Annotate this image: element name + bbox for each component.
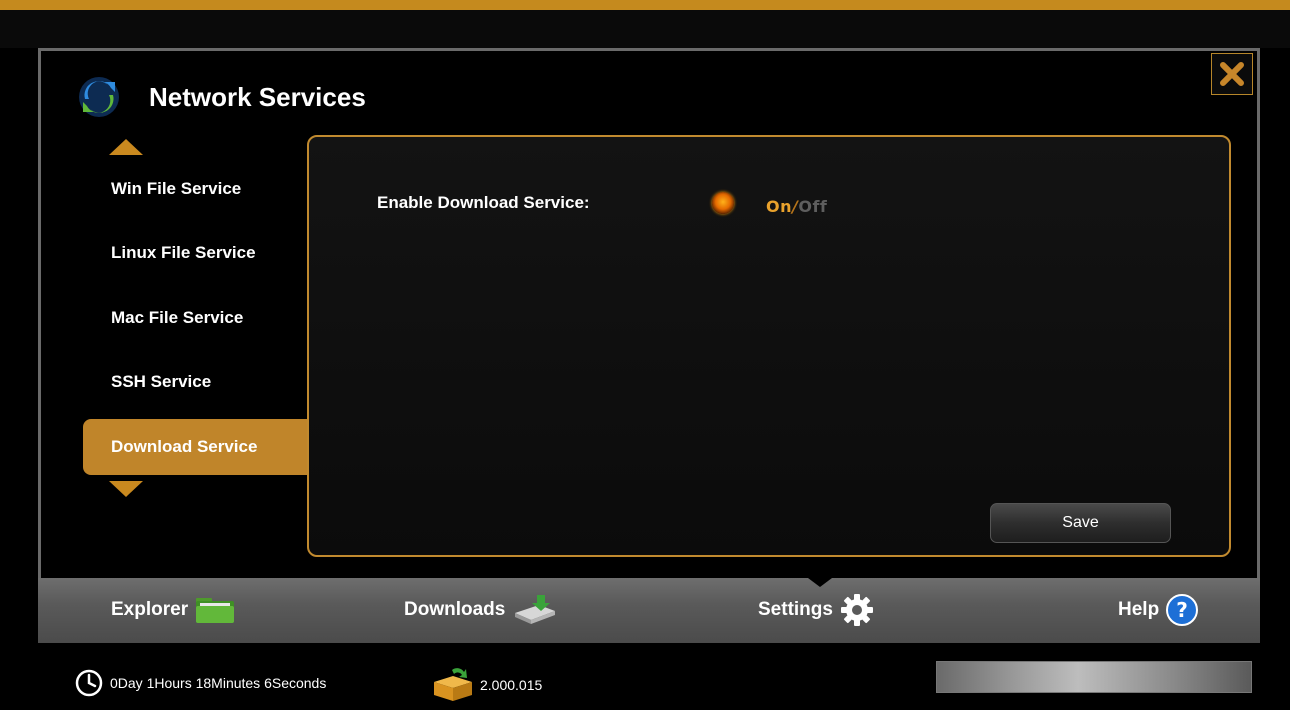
scroll-down-arrow-icon[interactable]: [109, 481, 143, 497]
status-progress-bar: [936, 661, 1252, 693]
active-nav-pointer: [808, 578, 832, 587]
network-services-dialog: Network Services Win File Service Linux …: [38, 48, 1260, 578]
sidebar-item-download-service[interactable]: Download Service: [83, 419, 309, 475]
service-sidebar: Win File Service Linux File Service Mac …: [83, 133, 309, 573]
sidebar-item-win-file-service[interactable]: Win File Service: [83, 161, 309, 217]
package-icon: [434, 668, 472, 701]
title-row: Network Services: [77, 77, 366, 117]
gear-icon: [840, 594, 873, 626]
uptime-text: 0Day 1Hours 18Minutes 6Seconds: [110, 675, 327, 691]
nav-explorer[interactable]: Explorer: [111, 592, 236, 628]
clock-icon: [75, 669, 103, 697]
sidebar-item-label: Download Service: [111, 437, 258, 456]
status-bar: 0Day 1Hours 18Minutes 6Seconds 2.000.015: [0, 643, 1290, 710]
top-accent-line: [0, 0, 1290, 10]
nav-settings[interactable]: Settings: [758, 592, 875, 628]
nav-label: Explorer: [111, 599, 189, 620]
close-x-icon: [1220, 62, 1244, 86]
nav-help[interactable]: Help ?: [1118, 592, 1199, 628]
bottom-navigation: Explorer Downloads Settings Help ?: [38, 578, 1260, 643]
nav-label: Downloads: [404, 599, 506, 620]
question-circle-icon: ?: [1166, 594, 1199, 626]
sidebar-item-linux-file-service[interactable]: Linux File Service: [83, 225, 309, 281]
sidebar-item-mac-file-service[interactable]: Mac File Service: [83, 290, 309, 346]
nav-label: Settings: [758, 599, 833, 620]
on-off-toggle[interactable]: On/Off: [766, 197, 827, 216]
sidebar-item-label: Mac File Service: [111, 308, 244, 327]
close-button[interactable]: [1211, 53, 1253, 95]
nav-label: Help: [1118, 599, 1160, 620]
toggle-on-option[interactable]: On: [766, 197, 792, 216]
sidebar-item-label: Linux File Service: [111, 243, 256, 262]
uptime-readout: 0Day 1Hours 18Minutes 6Seconds: [74, 668, 326, 698]
top-strip: [0, 10, 1290, 48]
folder-icon: [196, 598, 235, 623]
save-button[interactable]: Save: [990, 503, 1171, 543]
svg-text:?: ?: [1176, 598, 1188, 622]
nav-downloads[interactable]: Downloads: [404, 592, 559, 628]
sidebar-item-ssh-service[interactable]: SSH Service: [83, 354, 309, 410]
sidebar-item-label: SSH Service: [111, 372, 212, 391]
page-title: Network Services: [149, 81, 366, 112]
enable-radio-indicator[interactable]: [712, 192, 734, 214]
scroll-up-arrow-icon[interactable]: [109, 139, 143, 155]
refresh-arrows-icon: [79, 77, 119, 117]
sidebar-item-label: Win File Service: [111, 179, 242, 198]
toggle-off-option[interactable]: Off: [798, 197, 827, 216]
version-readout: 2.000.015: [430, 668, 542, 702]
version-text: 2.000.015: [480, 677, 543, 693]
enable-download-service-label: Enable Download Service:: [377, 193, 590, 212]
settings-panel: Enable Download Service: On/Off Save: [307, 135, 1231, 557]
download-drive-icon: [515, 595, 556, 624]
